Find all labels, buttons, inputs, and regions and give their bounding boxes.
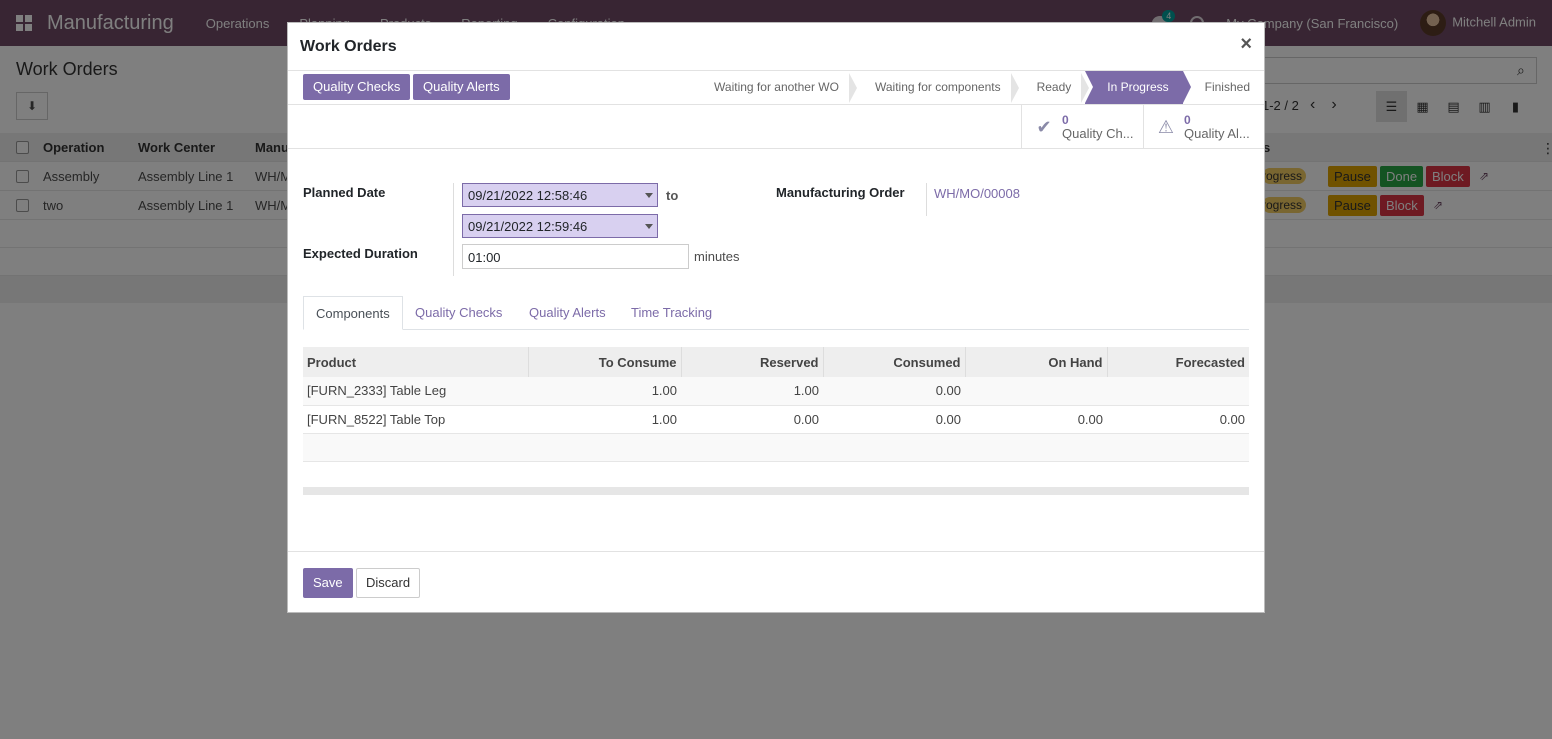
date-start-value: 09/21/2022 12:58:46 xyxy=(468,188,588,203)
stage-finished[interactable]: Finished xyxy=(1183,71,1264,104)
work-order-dialog: Work Orders × Quality Checks Quality Ale… xyxy=(287,22,1265,613)
planned-date-end-input[interactable]: 09/21/2022 12:59:46 xyxy=(462,214,658,238)
stage-in-progress[interactable]: In Progress xyxy=(1085,71,1192,104)
cell-on-hand xyxy=(965,377,1107,406)
warning-icon: ⚠ xyxy=(1157,116,1175,137)
quality-alerts-smart-button[interactable]: ⚠ 0 Quality Al... xyxy=(1143,105,1265,149)
stage-waiting-wo[interactable]: Waiting for another WO xyxy=(704,71,857,104)
close-icon[interactable]: × xyxy=(1240,33,1252,56)
table-row[interactable]: [FURN_8522] Table Top 1.00 0.00 0.00 0.0… xyxy=(303,405,1249,434)
components-table: Product To Consume Reserved Consumed On … xyxy=(303,347,1249,462)
chevron-down-icon xyxy=(645,193,653,198)
table-row[interactable]: [FURN_2333] Table Leg 1.00 1.00 0.00 xyxy=(303,377,1249,406)
smart-buttons-row: ✔ 0 Quality Ch... ⚠ 0 Quality Al... xyxy=(288,105,1264,149)
cell-reserved: 0.00 xyxy=(681,405,823,434)
quality-alerts-count: 0 xyxy=(1184,113,1191,127)
cell-product: [FURN_8522] Table Top xyxy=(303,405,528,434)
quality-checks-label: Quality Ch... xyxy=(1062,127,1134,141)
quality-alerts-button[interactable]: Quality Alerts xyxy=(413,74,510,100)
cell-forecasted: 0.00 xyxy=(1107,405,1249,434)
quality-checks-count: 0 xyxy=(1062,113,1069,127)
col-product[interactable]: Product xyxy=(303,347,528,377)
cell-consumed: 0.00 xyxy=(823,405,965,434)
cell-product: [FURN_2333] Table Leg xyxy=(303,377,528,406)
stage-ready[interactable]: Ready xyxy=(1015,71,1089,104)
tab-quality-alerts[interactable]: Quality Alerts xyxy=(517,296,618,330)
quality-checks-button[interactable]: Quality Checks xyxy=(303,74,411,100)
stage-waiting-components[interactable]: Waiting for components xyxy=(853,71,1019,104)
smart-text: 0 Quality Al... xyxy=(1184,113,1264,141)
expected-duration-input[interactable]: 01:00 xyxy=(462,244,689,269)
check-icon: ✔ xyxy=(1036,116,1052,137)
discard-button[interactable]: Discard xyxy=(356,568,421,598)
tab-quality-checks[interactable]: Quality Checks xyxy=(403,296,514,330)
tab-time-tracking[interactable]: Time Tracking xyxy=(619,296,724,330)
col-forecasted[interactable]: Forecasted xyxy=(1106,347,1249,377)
cell-forecasted xyxy=(1107,377,1249,406)
col-consumed[interactable]: Consumed xyxy=(822,347,965,377)
status-bar: Quality Checks Quality Alerts Waiting fo… xyxy=(288,71,1264,105)
cell-to-consume: 1.00 xyxy=(528,405,681,434)
modal-footer: Save Discard xyxy=(288,551,1264,613)
empty-row xyxy=(303,433,1249,462)
notebook-tabs: Components Quality Checks Quality Alerts… xyxy=(303,296,1249,330)
expected-duration-label: Expected Duration xyxy=(303,246,418,261)
cell-consumed: 0.00 xyxy=(823,377,965,406)
quality-checks-smart-button[interactable]: ✔ 0 Quality Ch... xyxy=(1021,105,1143,149)
table-header: Product To Consume Reserved Consumed On … xyxy=(303,347,1249,377)
cell-reserved: 1.00 xyxy=(681,377,823,406)
field-divider xyxy=(926,183,927,216)
col-on-hand[interactable]: On Hand xyxy=(964,347,1107,377)
horizontal-scrollbar[interactable] xyxy=(303,487,1249,495)
col-reserved[interactable]: Reserved xyxy=(680,347,823,377)
cell-to-consume: 1.00 xyxy=(528,377,681,406)
tab-components[interactable]: Components xyxy=(303,296,403,330)
chevron-down-icon xyxy=(645,224,653,229)
planned-date-start-input[interactable]: 09/21/2022 12:58:46 xyxy=(462,183,658,207)
save-button[interactable]: Save xyxy=(303,568,353,598)
date-end-value: 09/21/2022 12:59:46 xyxy=(468,219,588,234)
cell-on-hand: 0.00 xyxy=(965,405,1107,434)
stage-pipeline: Waiting for another WO Waiting for compo… xyxy=(704,71,1264,104)
duration-unit: minutes xyxy=(694,249,740,264)
modal-title: Work Orders xyxy=(300,37,397,55)
planned-date-label: Planned Date xyxy=(303,185,386,200)
smart-text: 0 Quality Ch... xyxy=(1062,113,1142,141)
field-divider xyxy=(453,183,454,276)
col-to-consume[interactable]: To Consume xyxy=(527,347,681,377)
quality-alerts-label: Quality Al... xyxy=(1184,127,1250,141)
manufacturing-order-label: Manufacturing Order xyxy=(776,185,905,200)
to-label: to xyxy=(666,188,679,203)
modal-header: Work Orders × xyxy=(288,23,1264,71)
manufacturing-order-link[interactable]: WH/MO/00008 xyxy=(934,186,1020,201)
